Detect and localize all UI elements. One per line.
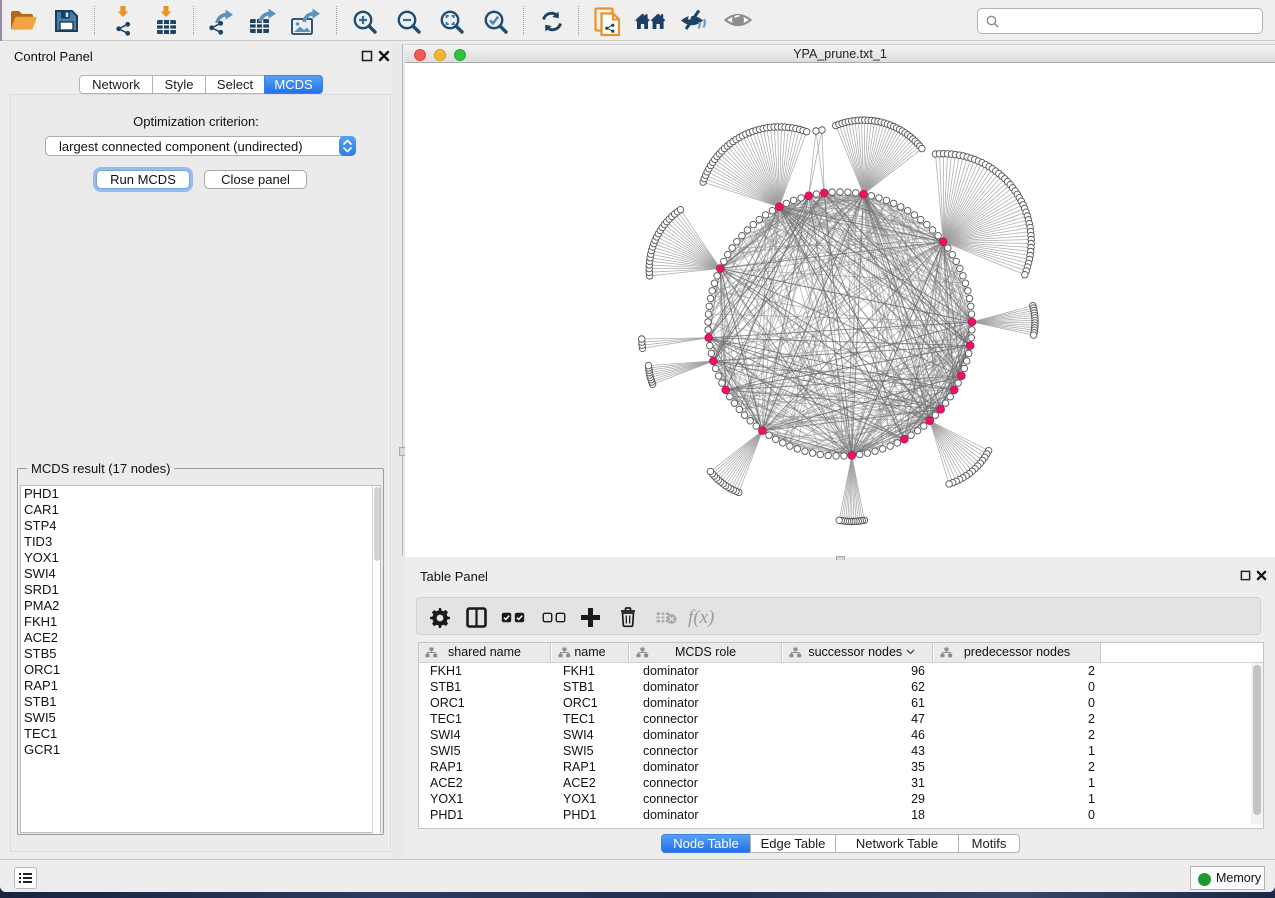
svg-text:f(x): f(x) bbox=[688, 607, 714, 628]
